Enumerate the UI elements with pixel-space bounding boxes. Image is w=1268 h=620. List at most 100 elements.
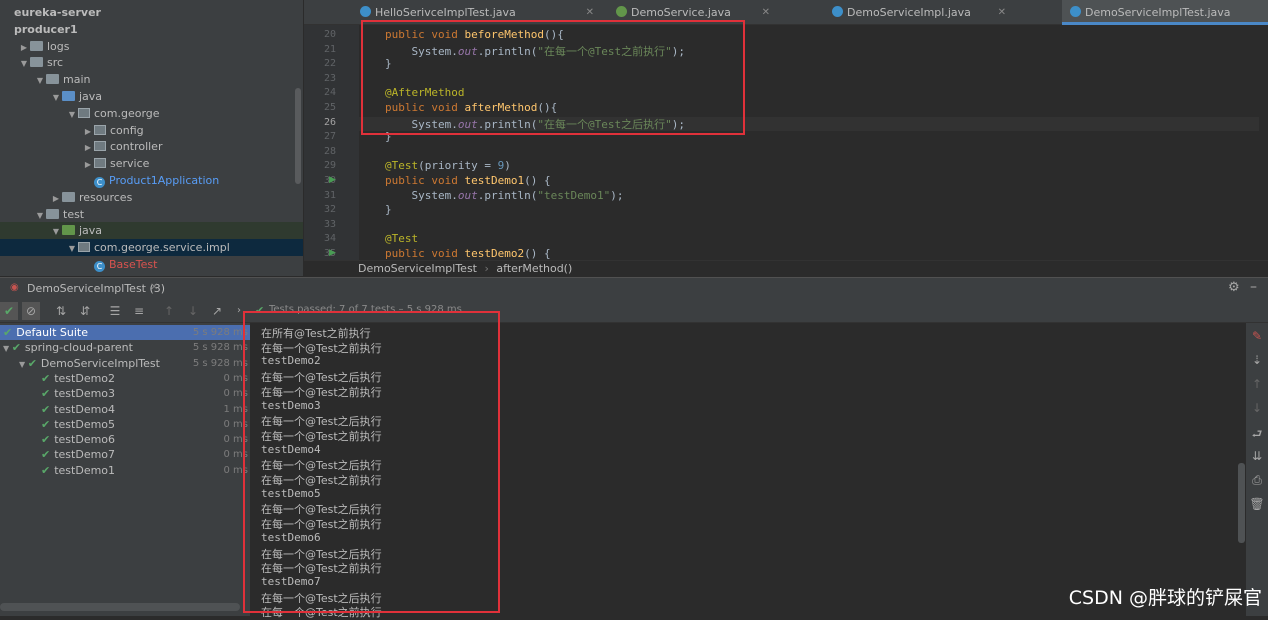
interface-icon: [616, 6, 627, 17]
test-result-row[interactable]: ✔ testDemo1 0 ms: [0, 463, 250, 478]
test-result-row[interactable]: ✔ testDemo6 0 ms: [0, 432, 250, 447]
test-name: testDemo7: [54, 448, 116, 462]
tree-item[interactable]: ▼ java: [0, 222, 303, 240]
test-result-row[interactable]: ✔ testDemo4 1 ms: [0, 402, 250, 417]
tree-item[interactable]: ▼ com.george: [0, 105, 303, 122]
passed-check-icon: ✔: [11, 341, 21, 355]
line-number: 22: [323, 58, 336, 70]
minimize-icon[interactable]: –: [1250, 279, 1257, 295]
test-result-row[interactable]: ▼ ✔ spring-cloud-parent 5 s 928 ms: [0, 340, 250, 355]
print-icon[interactable]: ⎙: [1249, 473, 1265, 488]
close-icon[interactable]: ✕: [998, 0, 1006, 26]
expand-all-button[interactable]: ☰: [106, 302, 124, 320]
test-result-row[interactable]: ✔ Default Suite 5 s 928 ms: [0, 325, 250, 340]
expand-arrow-icon[interactable]: ▼: [34, 72, 46, 89]
expand-arrow-icon[interactable]: ▼: [50, 89, 62, 106]
code-line: }: [385, 203, 392, 217]
sort-icon[interactable]: ⇣: [1249, 353, 1265, 367]
sort-alpha-button[interactable]: ⇅: [52, 302, 70, 320]
tree-item-label: config: [110, 123, 144, 137]
clear-icon[interactable]: ✎: [1249, 329, 1265, 343]
next-failed-button[interactable]: ↓: [184, 302, 202, 320]
run-gutter-icon[interactable]: ▶: [329, 175, 336, 185]
up-icon[interactable]: ↑: [1249, 377, 1265, 391]
class-icon: [832, 6, 843, 17]
tree-item[interactable]: eureka-server: [0, 4, 303, 21]
tree-item-label: producer1: [14, 22, 78, 36]
test-name: DemoServiceImplTest: [40, 356, 160, 370]
class-icon: [360, 6, 371, 17]
tree-item[interactable]: producer1: [0, 21, 303, 38]
collapse-all-button[interactable]: ≡: [130, 302, 148, 320]
passed-check-icon: ✔: [27, 356, 37, 370]
run-tab-title[interactable]: DemoServiceImplTest (3): [27, 282, 165, 295]
expand-arrow-icon[interactable]: ▶: [82, 156, 94, 173]
close-icon[interactable]: ✕: [762, 0, 770, 26]
tree-item[interactable]: C Product1Application: [0, 172, 303, 189]
tree-item[interactable]: ▶ logs: [0, 38, 303, 55]
gear-icon[interactable]: ⚙: [1228, 280, 1240, 295]
tab-demo-service-impl[interactable]: DemoServiceImpl.java ✕: [824, 0, 1014, 25]
expand-arrow-icon[interactable]: ▼: [50, 223, 62, 240]
tree-item[interactable]: ▼ java: [0, 88, 303, 105]
export-button[interactable]: ↗: [208, 302, 226, 320]
expand-arrow-icon[interactable]: ▶: [50, 190, 62, 207]
highlight-box-before-after-methods: [361, 20, 745, 135]
scroll-to-end-icon[interactable]: ⇊: [1249, 449, 1265, 463]
tree-item-label: service: [110, 157, 150, 171]
passed-check-icon: ✔: [41, 448, 51, 462]
expand-arrow-icon[interactable]: ▼: [66, 240, 78, 257]
expand-arrow-icon[interactable]: ▼: [66, 106, 78, 123]
test-name: spring-cloud-parent: [24, 341, 133, 355]
test-name: testDemo4: [54, 402, 116, 416]
run-gutter-icon[interactable]: ▶: [329, 248, 336, 258]
close-icon[interactable]: ✕: [150, 282, 158, 293]
tree-item[interactable]: ▼ main: [0, 71, 303, 88]
tree-item[interactable]: ▶ resources: [0, 189, 303, 206]
breadcrumb-method[interactable]: afterMethod(): [496, 262, 572, 275]
test-result-row[interactable]: ✔ testDemo3 0 ms: [0, 386, 250, 401]
test-result-row[interactable]: ✔ testDemo5 0 ms: [0, 417, 250, 432]
expand-arrow-icon[interactable]: ▶: [18, 39, 30, 56]
code-line: @Test: [385, 232, 419, 246]
trash-icon[interactable]: 🗑: [1249, 497, 1265, 511]
soft-wrap-icon[interactable]: ⮐: [1249, 425, 1265, 446]
tree-item[interactable]: ▶ controller: [0, 138, 303, 155]
expand-arrow-icon[interactable]: ▼: [18, 55, 30, 72]
tree-item[interactable]: ▶ service: [0, 155, 303, 172]
tab-demo-service-impl-test[interactable]: DemoServiceImplTest.java: [1062, 0, 1268, 25]
results-scrollbar[interactable]: [0, 603, 240, 611]
tree-item[interactable]: C BaseTest: [0, 256, 303, 273]
expand-arrow-icon[interactable]: ▶: [82, 139, 94, 156]
test-result-row[interactable]: ✔ testDemo7 0 ms: [0, 447, 250, 462]
down-icon[interactable]: ↓: [1249, 401, 1265, 415]
line-number: 31: [323, 189, 336, 201]
tree-item[interactable]: ▶ config: [0, 122, 303, 139]
code-line: @Test(priority = 9): [385, 159, 511, 173]
tree-item[interactable]: ▼ com.george.service.impl: [0, 239, 303, 257]
tree-item-label: resources: [79, 190, 133, 204]
editor-gutter: 20 21 22 23 24 25 26 27 28 29 30 31 32 33 34 35: [304, 25, 359, 260]
show-passed-toggle[interactable]: ✔: [0, 302, 18, 320]
breadcrumb-class[interactable]: DemoServiceImplTest: [358, 262, 477, 275]
project-tree-scrollbar[interactable]: [295, 88, 301, 184]
expand-arrow-icon[interactable]: ▼: [19, 360, 28, 369]
expand-arrow-icon[interactable]: ▼: [34, 207, 46, 224]
test-results-tree: ✔ Default Suite 5 s 928 ms ▼ ✔ spring-cloud-…: [0, 323, 250, 616]
console-scrollbar[interactable]: [1238, 463, 1245, 543]
folder-icon: [62, 225, 75, 236]
line-number: 25: [323, 102, 336, 113]
expand-arrow-icon[interactable]: ▶: [82, 123, 94, 140]
show-ignored-toggle[interactable]: ⊘: [22, 302, 40, 320]
test-result-row[interactable]: ▼ ✔ DemoServiceImplTest 5 s 928 ms: [0, 356, 250, 371]
tree-item[interactable]: ▼ test: [0, 206, 303, 223]
expand-arrow-icon[interactable]: ▼: [3, 344, 12, 353]
passed-check-icon: ✔: [41, 463, 51, 477]
breadcrumb-separator: ›: [484, 262, 489, 275]
line-number: 24: [323, 87, 336, 99]
sort-duration-button[interactable]: ⇵: [76, 302, 94, 320]
tree-item[interactable]: ▼ src: [0, 54, 303, 71]
previous-failed-button[interactable]: ↑: [160, 302, 178, 320]
test-result-row[interactable]: ✔ testDemo2 0 ms: [0, 371, 250, 386]
passed-check-icon: ✔: [41, 417, 51, 431]
